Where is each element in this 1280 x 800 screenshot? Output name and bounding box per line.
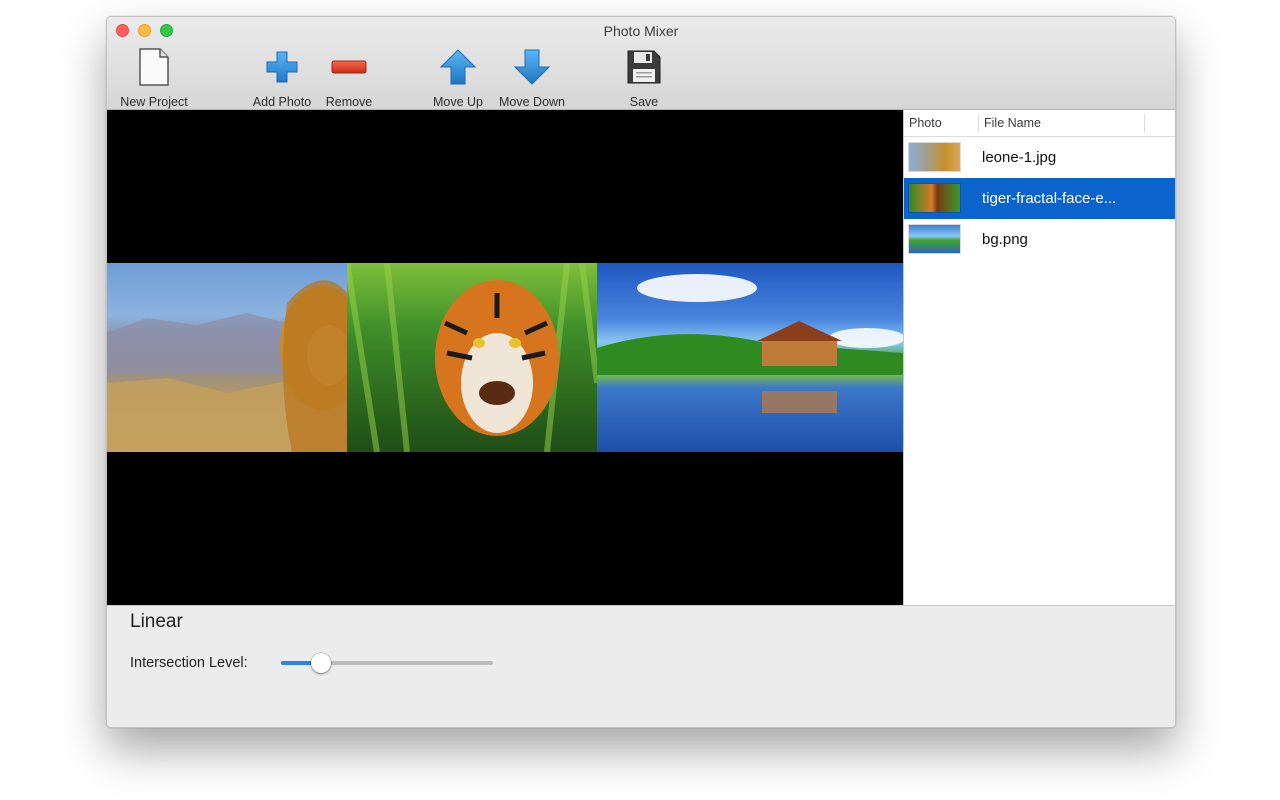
preview-canvas <box>107 110 903 605</box>
file-name: tiger-fractal-face-e... <box>982 190 1117 207</box>
intersection-level-label: Intersection Level: <box>130 655 248 671</box>
move-up-button[interactable]: Move Up <box>429 47 487 109</box>
move-down-label: Move Down <box>499 95 565 109</box>
remove-button[interactable]: Remove <box>319 47 379 109</box>
column-header-photo[interactable]: Photo <box>909 116 942 130</box>
app-window: Photo Mixer New Project Add Photo Remove… <box>106 16 1176 728</box>
list-item-selected[interactable]: tiger-fractal-face-e... <box>904 178 1175 219</box>
slider-knob[interactable] <box>311 653 331 673</box>
lion-thumbnail <box>909 143 960 171</box>
window-title: Photo Mixer <box>603 23 679 39</box>
remove-label: Remove <box>325 95 373 109</box>
title-toolbar: Photo Mixer New Project Add Photo Remove… <box>107 17 1175 110</box>
minus-icon <box>329 47 369 87</box>
list-item[interactable]: leone-1.jpg <box>904 137 1175 178</box>
arrow-up-icon <box>438 47 478 87</box>
file-name: leone-1.jpg <box>982 149 1057 166</box>
photo-list: Photo File Name leone-1.jpg tiger-fracta… <box>903 110 1175 605</box>
plus-icon <box>262 47 302 87</box>
new-project-button[interactable]: New Project <box>116 47 192 109</box>
mixed-photo-strip <box>107 263 903 452</box>
landscape-photo-segment <box>597 263 903 452</box>
move-down-button[interactable]: Move Down <box>494 47 570 109</box>
mix-mode-title: Linear <box>130 611 183 632</box>
landscape-thumbnail <box>909 225 960 253</box>
lion-photo-segment <box>107 263 347 452</box>
list-item[interactable]: bg.png <box>904 219 1175 260</box>
file-name: bg.png <box>982 231 1028 248</box>
arrow-down-icon <box>512 47 552 87</box>
column-header-file-name[interactable]: File Name <box>984 116 1041 130</box>
floppy-disk-icon <box>624 47 664 87</box>
add-photo-label: Add Photo <box>252 95 312 109</box>
column-divider[interactable] <box>978 114 979 132</box>
document-icon <box>134 47 174 87</box>
save-button[interactable]: Save <box>620 47 668 109</box>
tiger-thumbnail <box>909 184 960 212</box>
new-project-label: New Project <box>120 95 188 109</box>
intersection-level-slider[interactable] <box>281 653 493 673</box>
move-up-label: Move Up <box>432 95 484 109</box>
add-photo-button[interactable]: Add Photo <box>249 47 315 109</box>
mix-settings-panel: Linear Intersection Level: <box>107 605 1175 727</box>
list-header: Photo File Name <box>904 110 1175 137</box>
column-divider[interactable] <box>1144 114 1145 132</box>
save-label: Save <box>629 95 659 109</box>
tiger-photo-segment <box>347 263 597 452</box>
